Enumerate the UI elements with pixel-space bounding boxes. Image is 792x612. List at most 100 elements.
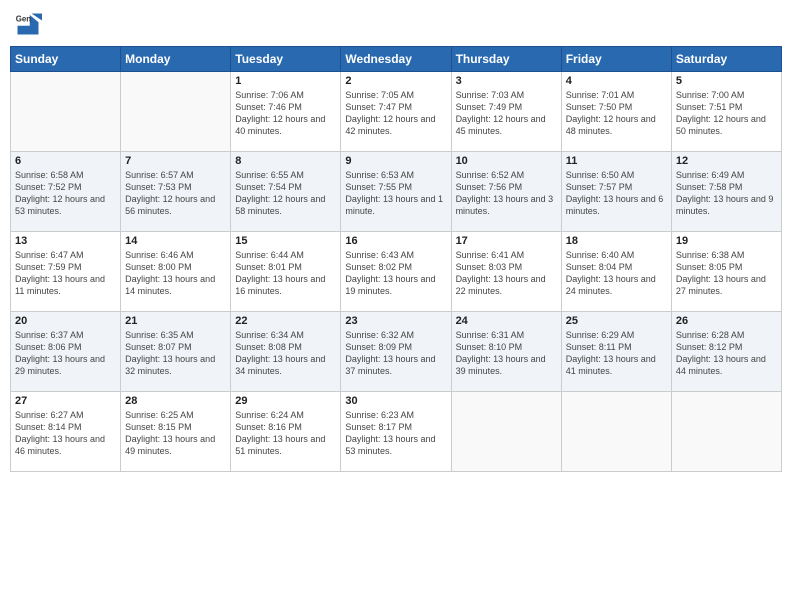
- day-info: Sunrise: 7:06 AM Sunset: 7:46 PM Dayligh…: [235, 89, 336, 138]
- calendar-cell: 26 Sunrise: 6:28 AM Sunset: 8:12 PM Dayli…: [671, 312, 781, 392]
- day-number: 20: [15, 315, 116, 327]
- day-number: 30: [345, 395, 446, 407]
- day-info: Sunrise: 6:31 AM Sunset: 8:10 PM Dayligh…: [456, 329, 557, 378]
- day-number: 7: [125, 155, 226, 167]
- day-number: 14: [125, 235, 226, 247]
- day-info: Sunrise: 6:49 AM Sunset: 7:58 PM Dayligh…: [676, 169, 777, 218]
- calendar-cell: 14 Sunrise: 6:46 AM Sunset: 8:00 PM Dayli…: [121, 232, 231, 312]
- day-info: Sunrise: 6:50 AM Sunset: 7:57 PM Dayligh…: [566, 169, 667, 218]
- calendar-cell: 19 Sunrise: 6:38 AM Sunset: 8:05 PM Dayli…: [671, 232, 781, 312]
- day-number: 22: [235, 315, 336, 327]
- day-info: Sunrise: 6:46 AM Sunset: 8:00 PM Dayligh…: [125, 249, 226, 298]
- calendar-cell: 8 Sunrise: 6:55 AM Sunset: 7:54 PM Daylig…: [231, 152, 341, 232]
- calendar-cell: 20 Sunrise: 6:37 AM Sunset: 8:06 PM Dayli…: [11, 312, 121, 392]
- calendar-cell: 11 Sunrise: 6:50 AM Sunset: 7:57 PM Dayli…: [561, 152, 671, 232]
- day-of-week-header: Sunday: [11, 47, 121, 72]
- day-info: Sunrise: 6:32 AM Sunset: 8:09 PM Dayligh…: [345, 329, 446, 378]
- calendar-cell: 24 Sunrise: 6:31 AM Sunset: 8:10 PM Dayli…: [451, 312, 561, 392]
- calendar-cell: 4 Sunrise: 7:01 AM Sunset: 7:50 PM Daylig…: [561, 72, 671, 152]
- day-info: Sunrise: 6:37 AM Sunset: 8:06 PM Dayligh…: [15, 329, 116, 378]
- day-number: 18: [566, 235, 667, 247]
- calendar-cell: 1 Sunrise: 7:06 AM Sunset: 7:46 PM Daylig…: [231, 72, 341, 152]
- calendar-week-row: 27 Sunrise: 6:27 AM Sunset: 8:14 PM Dayli…: [11, 392, 782, 472]
- calendar-cell: 25 Sunrise: 6:29 AM Sunset: 8:11 PM Dayli…: [561, 312, 671, 392]
- calendar-week-row: 13Sunrise: 6:47 AM Sunset: 7:59 PM Dayli…: [11, 232, 782, 312]
- calendar-cell: 16 Sunrise: 6:43 AM Sunset: 8:02 PM Dayli…: [341, 232, 451, 312]
- day-of-week-header: Thursday: [451, 47, 561, 72]
- calendar-cell: 10 Sunrise: 6:52 AM Sunset: 7:56 PM Dayli…: [451, 152, 561, 232]
- header: Gen: [10, 10, 782, 38]
- calendar-cell: 29Sunrise: 6:24 AM Sunset: 8:16 PM Dayli…: [231, 392, 341, 472]
- calendar-cell: 7Sunrise: 6:57 AM Sunset: 7:53 PM Daylig…: [121, 152, 231, 232]
- calendar-cell: 17 Sunrise: 6:41 AM Sunset: 8:03 PM Dayli…: [451, 232, 561, 312]
- logo-icon: Gen: [14, 10, 42, 38]
- day-info: Sunrise: 6:34 AM Sunset: 8:08 PM Dayligh…: [235, 329, 336, 378]
- calendar-week-row: 6Sunrise: 6:58 AM Sunset: 7:52 PM Daylig…: [11, 152, 782, 232]
- calendar-cell: 18Sunrise: 6:40 AM Sunset: 8:04 PM Dayli…: [561, 232, 671, 312]
- day-number: 16: [345, 235, 446, 247]
- day-number: 26: [676, 315, 777, 327]
- svg-text:Gen: Gen: [16, 14, 31, 23]
- day-info: Sunrise: 6:44 AM Sunset: 8:01 PM Dayligh…: [235, 249, 336, 298]
- calendar-cell: [561, 392, 671, 472]
- day-info: Sunrise: 7:01 AM Sunset: 7:50 PM Dayligh…: [566, 89, 667, 138]
- day-number: 8: [235, 155, 336, 167]
- day-info: Sunrise: 6:38 AM Sunset: 8:05 PM Dayligh…: [676, 249, 777, 298]
- day-info: Sunrise: 7:05 AM Sunset: 7:47 PM Dayligh…: [345, 89, 446, 138]
- day-info: Sunrise: 6:23 AM Sunset: 8:17 PM Dayligh…: [345, 409, 446, 458]
- day-number: 4: [566, 75, 667, 87]
- day-number: 17: [456, 235, 557, 247]
- day-info: Sunrise: 6:35 AM Sunset: 8:07 PM Dayligh…: [125, 329, 226, 378]
- calendar-cell: [671, 392, 781, 472]
- day-of-week-header: Monday: [121, 47, 231, 72]
- day-number: 25: [566, 315, 667, 327]
- day-of-week-header: Wednesday: [341, 47, 451, 72]
- day-info: Sunrise: 6:41 AM Sunset: 8:03 PM Dayligh…: [456, 249, 557, 298]
- day-info: Sunrise: 6:52 AM Sunset: 7:56 PM Dayligh…: [456, 169, 557, 218]
- logo: Gen: [14, 10, 46, 38]
- day-info: Sunrise: 6:47 AM Sunset: 7:59 PM Dayligh…: [15, 249, 116, 298]
- day-info: Sunrise: 6:53 AM Sunset: 7:55 PM Dayligh…: [345, 169, 446, 218]
- day-of-week-header: Saturday: [671, 47, 781, 72]
- day-number: 24: [456, 315, 557, 327]
- day-info: Sunrise: 6:43 AM Sunset: 8:02 PM Dayligh…: [345, 249, 446, 298]
- calendar-cell: 3Sunrise: 7:03 AM Sunset: 7:49 PM Daylig…: [451, 72, 561, 152]
- day-number: 19: [676, 235, 777, 247]
- calendar-cell: [451, 392, 561, 472]
- calendar-cell: 27 Sunrise: 6:27 AM Sunset: 8:14 PM Dayli…: [11, 392, 121, 472]
- day-number: 11: [566, 155, 667, 167]
- day-number: 23: [345, 315, 446, 327]
- calendar-week-row: 20 Sunrise: 6:37 AM Sunset: 8:06 PM Dayli…: [11, 312, 782, 392]
- calendar-cell: 13Sunrise: 6:47 AM Sunset: 7:59 PM Dayli…: [11, 232, 121, 312]
- day-info: Sunrise: 6:55 AM Sunset: 7:54 PM Dayligh…: [235, 169, 336, 218]
- calendar-cell: 23 Sunrise: 6:32 AM Sunset: 8:09 PM Dayli…: [341, 312, 451, 392]
- day-number: 21: [125, 315, 226, 327]
- calendar-header-row: SundayMondayTuesdayWednesdayThursdayFrid…: [11, 47, 782, 72]
- calendar-table: SundayMondayTuesdayWednesdayThursdayFrid…: [10, 46, 782, 472]
- day-info: Sunrise: 6:27 AM Sunset: 8:14 PM Dayligh…: [15, 409, 116, 458]
- day-number: 1: [235, 75, 336, 87]
- calendar-cell: [11, 72, 121, 152]
- day-info: Sunrise: 6:25 AM Sunset: 8:15 PM Dayligh…: [125, 409, 226, 458]
- calendar-week-row: 1 Sunrise: 7:06 AM Sunset: 7:46 PM Daylig…: [11, 72, 782, 152]
- day-of-week-header: Tuesday: [231, 47, 341, 72]
- day-info: Sunrise: 6:58 AM Sunset: 7:52 PM Dayligh…: [15, 169, 116, 218]
- page: Gen SundayMondayTuesdayWednesdayThursday…: [0, 0, 792, 612]
- day-info: Sunrise: 6:28 AM Sunset: 8:12 PM Dayligh…: [676, 329, 777, 378]
- day-number: 28: [125, 395, 226, 407]
- calendar-cell: 22 Sunrise: 6:34 AM Sunset: 8:08 PM Dayli…: [231, 312, 341, 392]
- day-number: 5: [676, 75, 777, 87]
- day-of-week-header: Friday: [561, 47, 671, 72]
- day-number: 27: [15, 395, 116, 407]
- day-number: 3: [456, 75, 557, 87]
- calendar-cell: [121, 72, 231, 152]
- calendar-cell: 6Sunrise: 6:58 AM Sunset: 7:52 PM Daylig…: [11, 152, 121, 232]
- day-info: Sunrise: 6:29 AM Sunset: 8:11 PM Dayligh…: [566, 329, 667, 378]
- day-info: Sunrise: 6:24 AM Sunset: 8:16 PM Dayligh…: [235, 409, 336, 458]
- calendar-cell: 30 Sunrise: 6:23 AM Sunset: 8:17 PM Dayli…: [341, 392, 451, 472]
- day-number: 12: [676, 155, 777, 167]
- day-number: 10: [456, 155, 557, 167]
- day-number: 15: [235, 235, 336, 247]
- calendar-cell: 9Sunrise: 6:53 AM Sunset: 7:55 PM Daylig…: [341, 152, 451, 232]
- calendar-cell: 5Sunrise: 7:00 AM Sunset: 7:51 PM Daylig…: [671, 72, 781, 152]
